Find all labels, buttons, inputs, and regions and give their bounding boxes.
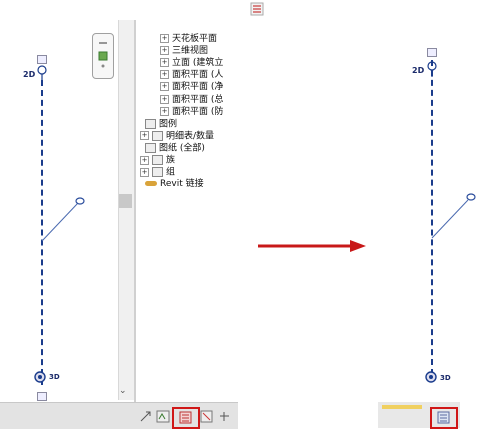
node-icon xyxy=(152,130,163,141)
label-2d: 2D xyxy=(23,70,36,79)
vertical-scrollbar[interactable] xyxy=(118,20,135,400)
visibility-checkbox-top[interactable] xyxy=(37,55,47,64)
expand-icon[interactable]: + xyxy=(140,155,149,165)
visibility-checkbox-bottom[interactable] xyxy=(37,392,47,401)
zoom-icon[interactable] xyxy=(96,40,110,70)
tree-item-label: 三维视图 xyxy=(172,46,209,57)
expand-icon[interactable]: + xyxy=(140,131,149,141)
tree-item[interactable]: Revit 链接 xyxy=(145,179,204,190)
expand-icon[interactable]: + xyxy=(160,58,169,68)
expand-icon[interactable]: + xyxy=(160,70,169,80)
tree-item-label: Revit 链接 xyxy=(160,179,204,190)
tree-item-label: 立面 (建筑立 xyxy=(172,58,224,69)
node-icon xyxy=(145,181,157,187)
right-grid-leader-line xyxy=(431,193,476,239)
tree-item[interactable]: + 三维视图 xyxy=(160,46,208,57)
tree-item-label: 图纸 (全部) xyxy=(159,143,205,154)
hide-crop-icon[interactable] xyxy=(200,410,213,423)
tree-item[interactable]: + 立面 (建筑立 xyxy=(160,58,223,69)
tree-item[interactable]: + 组 xyxy=(140,167,175,178)
toolbar-icon[interactable] xyxy=(250,2,264,16)
expand-icon[interactable]: + xyxy=(160,82,169,92)
label-3d: 3D xyxy=(49,373,60,381)
node-icon xyxy=(152,155,163,165)
status-indicator xyxy=(382,405,422,409)
tree-item[interactable]: + 面积平面 (净 xyxy=(160,82,223,93)
node-icon xyxy=(145,118,156,129)
tree-item[interactable]: + 天花板平面 xyxy=(160,34,217,45)
tree-item-label: 面积平面 (人 xyxy=(172,70,224,81)
tree-item-label: 面积平面 (净 xyxy=(172,82,224,93)
tree-item-label: 族 xyxy=(166,155,176,166)
expand-icon[interactable]: + xyxy=(140,167,149,177)
tree-item-label: 图例 xyxy=(159,119,178,130)
scroll-down-arrow[interactable]: ⌄ xyxy=(119,386,127,396)
right-crop-view-icon[interactable] xyxy=(437,411,450,424)
grid-bubble-bottom-icon[interactable] xyxy=(33,370,47,384)
expand-icon[interactable]: + xyxy=(160,34,169,43)
tree-item[interactable]: + 面积平面 (防 xyxy=(160,106,224,118)
crop-view-icon[interactable] xyxy=(179,411,192,424)
tree-item-label: 天花板平面 xyxy=(172,34,218,44)
right-label-3d: 3D xyxy=(440,374,451,382)
expand-icon[interactable]: + xyxy=(160,106,169,116)
transition-arrow xyxy=(258,240,366,252)
highlighted-control[interactable] xyxy=(172,407,200,429)
tree-item[interactable]: + 明细表/数量 xyxy=(140,130,215,142)
right-visibility-checkbox-top[interactable] xyxy=(427,48,437,57)
tree-item[interactable]: 图例 xyxy=(145,118,178,130)
right-grid-bubble-top-icon[interactable] xyxy=(426,60,438,78)
tree-item-label: 面积平面 (总 xyxy=(172,94,224,105)
expand-icon[interactable]: + xyxy=(160,46,169,56)
tree-item-label: 明细表/数量 xyxy=(166,131,215,142)
node-icon xyxy=(145,142,156,153)
tree-item[interactable]: + 面积平面 (人 xyxy=(160,70,223,81)
node-icon xyxy=(152,167,163,178)
right-highlighted-control[interactable] xyxy=(430,407,458,429)
grid-bubble-top-icon[interactable] xyxy=(36,64,48,82)
detail-level-icon[interactable] xyxy=(156,410,170,423)
tree-item[interactable]: 图纸 (全部) xyxy=(145,142,205,154)
tree-item-label: 组 xyxy=(166,167,176,178)
tree-item[interactable]: + 面积平面 (总 xyxy=(160,94,224,106)
reveal-hidden-icon[interactable] xyxy=(218,410,231,423)
expand-icon[interactable]: + xyxy=(160,94,169,104)
panel-divider[interactable] xyxy=(134,20,136,420)
right-grid-bubble-bottom-icon[interactable] xyxy=(424,370,438,384)
tree-item-label: 面积平面 (防 xyxy=(172,106,224,117)
grid-leader-line xyxy=(41,197,85,242)
scale-icon[interactable] xyxy=(139,410,152,423)
navigation-bar[interactable] xyxy=(92,33,114,79)
tree-item[interactable]: + 族 xyxy=(140,155,175,166)
right-label-2d: 2D xyxy=(412,66,425,75)
scrollbar-thumb[interactable] xyxy=(119,194,132,208)
